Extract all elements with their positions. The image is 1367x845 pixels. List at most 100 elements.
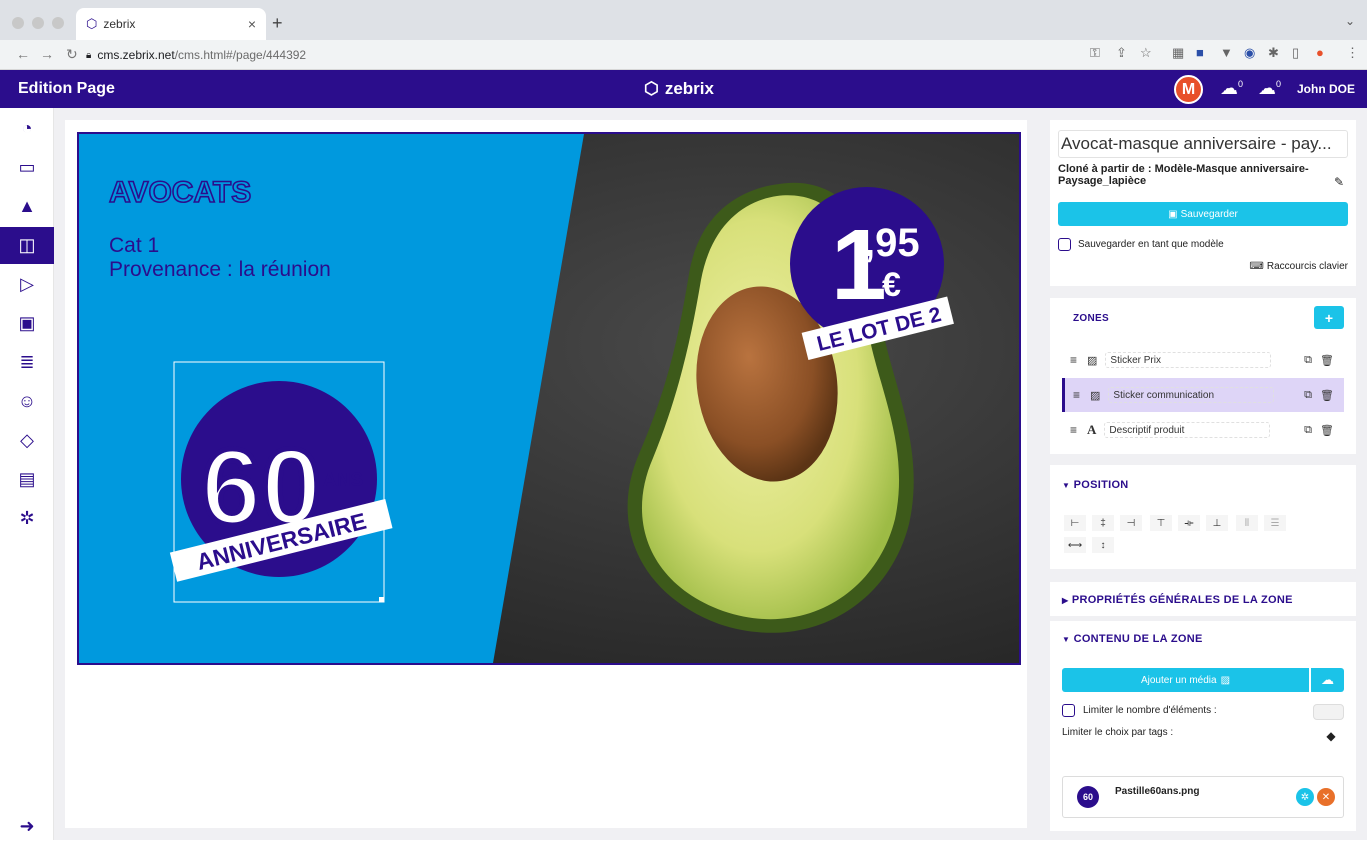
duplicate-icon[interactable]: ⧉ xyxy=(1304,354,1312,367)
limit-count-row[interactable]: Limiter le nombre d'éléments : xyxy=(1062,704,1217,717)
zone-label[interactable]: Descriptif produit xyxy=(1104,422,1271,438)
address-bar[interactable]: 🔒︎ cms.zebrix.net /cms.html#/page/444392 xyxy=(86,44,1076,66)
image-icon[interactable]: ▲ xyxy=(0,188,54,225)
playlist-icon[interactable]: ▷ xyxy=(0,266,54,303)
media-settings-icon[interactable]: ✲ xyxy=(1296,788,1314,806)
menu-kebab-icon[interactable]: ⋮ xyxy=(1346,45,1359,61)
limit-tags-label: Limiter le choix par tags : xyxy=(1062,727,1174,738)
bookmark-star-icon[interactable]: ☆ xyxy=(1140,45,1152,61)
new-tab-icon[interactable]: + xyxy=(272,13,283,34)
zone-label[interactable]: Sticker communication xyxy=(1108,387,1275,403)
reload-icon[interactable]: ↻ xyxy=(66,46,78,63)
trash-icon[interactable]: 🗑︎ xyxy=(1320,424,1334,437)
cloud-upload-icon[interactable]: ☁0 xyxy=(1258,78,1281,99)
extension-icon-4[interactable]: ◉ xyxy=(1244,45,1255,61)
stretch-height-icon[interactable]: ↕ xyxy=(1092,537,1114,553)
logout-icon[interactable]: ➜ xyxy=(0,808,54,845)
distribute-v-icon[interactable]: ☰ xyxy=(1264,515,1286,531)
align-bottom-icon[interactable]: ⊥ xyxy=(1206,515,1228,531)
extension-icon-3[interactable]: ▼ xyxy=(1220,45,1233,60)
zone-row[interactable]: ≡ ▨ Sticker communication ⧉ 🗑︎ xyxy=(1062,378,1344,412)
page-name-input[interactable]: Avocat-masque anniversaire - pay... xyxy=(1058,130,1348,158)
zone-label[interactable]: Sticker Prix xyxy=(1105,352,1272,368)
caret-down-icon: ▼ xyxy=(1062,481,1071,490)
gear-icon[interactable]: ✲ xyxy=(0,500,54,537)
position-card: ▼ POSITION ⊢ ‡ ⊣ ⊤ ⟛ ⊥ ⦀ ☰ ⟷ ↕ xyxy=(1050,465,1356,569)
trash-icon[interactable]: 🗑︎ xyxy=(1320,389,1334,402)
url-host: cms.zebrix.net xyxy=(97,48,175,62)
price-currency: € xyxy=(882,266,901,304)
slide-preview[interactable]: AVOCATS Cat 1 Provenance : la réunion 60… xyxy=(77,132,1021,665)
forward-icon[interactable]: → xyxy=(40,46,54,62)
edit-pencil-icon[interactable]: ✎ xyxy=(1334,175,1344,189)
share-icon[interactable]: ⇪ xyxy=(1116,45,1127,61)
user-name[interactable]: John DOE xyxy=(1297,82,1355,96)
calendar-icon[interactable]: ▣ xyxy=(0,305,54,342)
shortcuts-link[interactable]: ⌨ Raccourcis clavier xyxy=(1249,261,1348,272)
content-card: ▼ CONTENU DE LA ZONE Ajouter un média ▨ … xyxy=(1050,621,1356,831)
tab-search-icon[interactable]: ⌄ xyxy=(1345,14,1355,28)
news-icon[interactable]: ▤ xyxy=(0,461,54,498)
align-center-h-icon[interactable]: ‡ xyxy=(1092,515,1114,531)
trash-icon[interactable]: 🗑︎ xyxy=(1320,354,1334,367)
position-header[interactable]: ▼ POSITION xyxy=(1062,479,1129,491)
drag-handle-icon[interactable]: ≡ xyxy=(1070,423,1077,437)
align-center-v-icon[interactable]: ⟛ xyxy=(1178,515,1200,531)
add-media-button[interactable]: Ajouter un média ▨ xyxy=(1062,668,1309,692)
limit-count-input[interactable] xyxy=(1313,704,1344,720)
add-zone-button[interactable]: + xyxy=(1314,306,1344,329)
monitor-icon[interactable]: ▭ xyxy=(0,149,54,186)
content-title: CONTENU DE LA ZONE xyxy=(1073,633,1203,645)
window-minimize-icon[interactable] xyxy=(32,17,44,29)
window-close-icon[interactable] xyxy=(12,17,24,29)
profile-icon[interactable]: ● xyxy=(1316,45,1324,60)
back-icon[interactable]: ← xyxy=(16,46,30,62)
brand-logo[interactable]: ⬡ zebrix xyxy=(644,79,714,99)
image-type-icon: ▨ xyxy=(1087,354,1098,367)
limit-count-checkbox[interactable] xyxy=(1062,704,1075,717)
save-as-template-row[interactable]: Sauvegarder en tant que modèle xyxy=(1058,238,1224,251)
tag-icon[interactable]: ◇ xyxy=(0,422,54,459)
media-delete-icon[interactable]: ✕ xyxy=(1317,788,1335,806)
browser-tab[interactable]: ⬡ zebrix × xyxy=(76,8,266,40)
align-right-icon[interactable]: ⊣ xyxy=(1120,515,1142,531)
database-icon[interactable]: ≣ xyxy=(0,344,54,381)
close-tab-icon[interactable]: × xyxy=(248,16,256,32)
zebrix-favicon-icon: ⬡ xyxy=(86,16,98,31)
page-icon[interactable]: ◫ xyxy=(0,227,54,264)
media-item[interactable]: 60 Pastille60ans.png ✲ ✕ xyxy=(1062,776,1344,818)
cloud-download-icon[interactable]: ☁0 xyxy=(1220,78,1243,99)
avatar[interactable]: M xyxy=(1174,75,1203,104)
duplicate-icon[interactable]: ⧉ xyxy=(1304,389,1312,402)
stretch-width-icon[interactable]: ⟷ xyxy=(1064,537,1086,553)
key-icon[interactable]: ⚿ xyxy=(1090,45,1100,61)
tag-icon[interactable]: ◆ xyxy=(1318,727,1344,745)
app-header: Edition Page ⬡ zebrix M ☁0 ☁0 John DOE xyxy=(0,70,1367,108)
window-maximize-icon[interactable] xyxy=(52,17,64,29)
content-header[interactable]: ▼ CONTENU DE LA ZONE xyxy=(1062,633,1203,645)
general-props-header[interactable]: ▶ PROPRIÉTÉS GÉNÉRALES DE LA ZONE xyxy=(1062,594,1293,606)
tab-title: zebrix xyxy=(103,17,136,31)
duplicate-icon[interactable]: ⧉ xyxy=(1304,424,1312,437)
users-icon[interactable]: ☺ xyxy=(0,383,54,420)
general-props-card[interactable]: ▶ PROPRIÉTÉS GÉNÉRALES DE LA ZONE xyxy=(1050,582,1356,616)
drag-handle-icon[interactable]: ≡ xyxy=(1070,353,1077,367)
text-type-icon: A xyxy=(1087,422,1097,437)
save-button[interactable]: ▣ Sauvegarder xyxy=(1058,202,1348,226)
extension-icon-1[interactable]: ▦ xyxy=(1172,45,1184,61)
align-left-icon[interactable]: ⊢ xyxy=(1064,515,1086,531)
upload-cloud-button[interactable]: ☁ xyxy=(1311,668,1344,692)
distribute-h-icon[interactable]: ⦀ xyxy=(1236,515,1258,531)
extension-icon-2[interactable]: ■ xyxy=(1196,45,1204,60)
zone-row[interactable]: ≡ ▨ Sticker Prix ⧉ 🗑︎ xyxy=(1062,343,1344,377)
sidebar: ◔ ▭ ▲ ◫ ▷ ▣ ≣ ☺ ◇ ▤ ✲ ➜ xyxy=(0,108,54,840)
resize-handle[interactable] xyxy=(379,597,384,602)
zone-row[interactable]: ≡ A Descriptif produit ⧉ 🗑︎ xyxy=(1062,413,1344,447)
puzzle-icon[interactable]: ✱ xyxy=(1268,45,1279,61)
shortcuts-label: Raccourcis clavier xyxy=(1266,261,1348,272)
dashboard-icon[interactable]: ◔ xyxy=(0,110,54,147)
sidepanel-icon[interactable]: ▯ xyxy=(1292,45,1299,61)
align-top-icon[interactable]: ⊤ xyxy=(1150,515,1172,531)
drag-handle-icon[interactable]: ≡ xyxy=(1073,388,1080,402)
save-as-template-checkbox[interactable] xyxy=(1058,238,1071,251)
